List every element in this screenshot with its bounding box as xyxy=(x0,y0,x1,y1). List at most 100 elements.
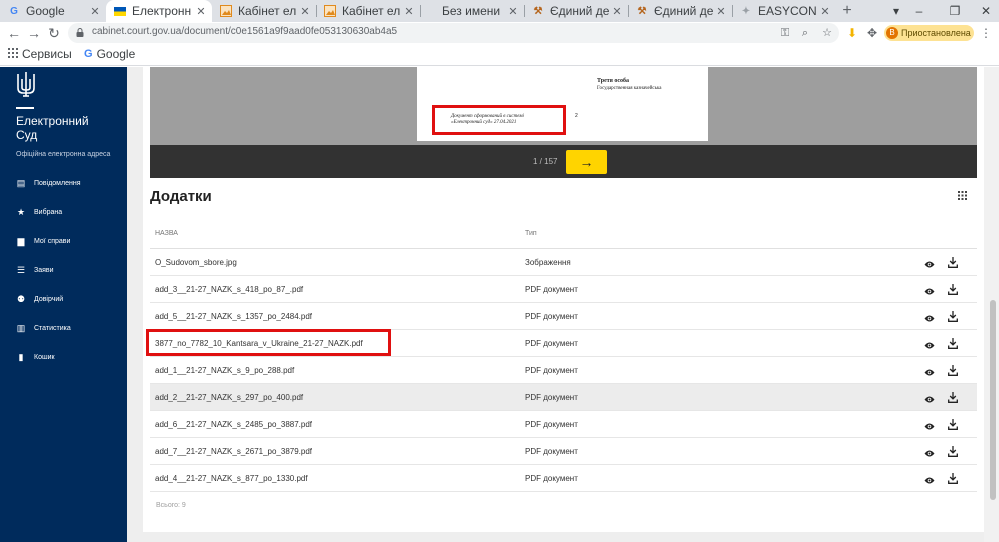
sidebar-item-label: Мої справи xyxy=(34,238,71,245)
attachment-name[interactable]: add_6__21-27_NAZK_s_2485_po_3887.pdf xyxy=(155,420,312,429)
attachment-name[interactable]: add_5__21-27_NAZK_s_1357_po_2484.pdf xyxy=(155,312,312,321)
tab-title: EASYCON xyxy=(758,4,817,18)
column-header-name[interactable]: НАЗВА xyxy=(155,230,178,237)
sidebar-item-applications[interactable]: ☰ Заяви xyxy=(16,265,54,276)
download-icon[interactable] xyxy=(948,284,958,295)
table-row[interactable]: add_5__21-27_NAZK_s_1357_po_2484.pdf PDF … xyxy=(150,303,977,330)
table-row[interactable]: add_1__21-27_NAZK_s_9_po_288.pdf PDF доку… xyxy=(150,357,977,384)
column-header-type[interactable]: Тип xyxy=(525,230,537,237)
profile-paused-button[interactable]: B Приостановлена xyxy=(884,25,974,41)
tab-kabinet-1[interactable]: Кабінет ел ✕ xyxy=(212,0,316,22)
attachment-name[interactable]: add_1__21-27_NAZK_s_9_po_288.pdf xyxy=(155,366,294,375)
avatar: B xyxy=(886,27,898,39)
maximize-button[interactable]: ❐ xyxy=(944,0,966,22)
bookmarks-bar: Сервисы G Google xyxy=(0,44,999,66)
back-button[interactable]: ← xyxy=(4,23,24,43)
tab-yedynyi-2[interactable]: ⚒ Єдиний де ✕ xyxy=(628,0,732,22)
sidebar-item-trash[interactable]: ▮ Кошик xyxy=(16,352,55,363)
minimize-button[interactable]: – xyxy=(908,0,930,22)
sidebar-item-notifications[interactable]: ▤ Повідомлення xyxy=(16,178,81,189)
table-row[interactable]: add_6__21-27_NAZK_s_2485_po_3887.pdf PDF … xyxy=(150,411,977,438)
attachment-type: PDF документ xyxy=(525,474,578,483)
tab-elektronnyi-sud[interactable]: Електронн ✕ xyxy=(106,0,212,22)
view-icon[interactable] xyxy=(924,447,935,457)
close-icon[interactable]: ✕ xyxy=(818,5,832,18)
view-icon[interactable] xyxy=(924,339,935,349)
extensions-icon[interactable]: ✥ xyxy=(864,25,880,41)
close-icon[interactable]: ✕ xyxy=(610,5,624,18)
zoom-icon[interactable]: ⌕ xyxy=(798,26,812,40)
tab-yedynyi-1[interactable]: ⚒ Єдиний де ✕ xyxy=(524,0,628,22)
list-icon: ☰ xyxy=(16,265,26,275)
sidebar-item-my-cases[interactable]: ▆ Мої справи xyxy=(16,236,71,247)
tab-google[interactable]: G Google ✕ xyxy=(0,0,106,22)
sidebar-item-favorites[interactable]: ★ Вибрана xyxy=(16,207,62,218)
download-icon[interactable] xyxy=(948,446,958,457)
view-icon[interactable] xyxy=(924,258,935,268)
table-row[interactable]: O_Sudovom_sbore.jpg Зображення xyxy=(150,249,977,276)
bookmark-google[interactable]: G Google xyxy=(84,47,135,61)
download-extension-icon[interactable]: ⬇ xyxy=(844,25,860,41)
attachments-title: Додатки xyxy=(150,188,212,205)
paused-label: Приостановлена xyxy=(901,28,971,38)
brand-subtitle: Офіційна електронна адреса xyxy=(16,151,111,158)
download-icon[interactable] xyxy=(948,392,958,403)
sidebar: Електронний Суд Офіційна електронна адре… xyxy=(0,67,127,542)
table-row[interactable]: add_4__21-27_NAZK_s_877_po_1330.pdf PDF д… xyxy=(150,465,977,492)
close-icon[interactable]: ✕ xyxy=(402,5,416,18)
doc-party-name: Государственная казначейська xyxy=(597,86,662,91)
forward-button[interactable]: → xyxy=(24,23,44,43)
lock-icon xyxy=(76,28,84,37)
tab-untitled[interactable]: Без имени ✕ xyxy=(420,0,524,22)
download-icon[interactable] xyxy=(948,311,958,322)
image-icon xyxy=(220,5,232,17)
view-icon[interactable] xyxy=(924,285,935,295)
download-icon[interactable] xyxy=(948,338,958,349)
image-icon xyxy=(324,5,336,17)
sidebar-item-trusted[interactable]: ⚉ Довірчий xyxy=(16,294,63,305)
attachment-type: PDF документ xyxy=(525,393,578,402)
attachment-name[interactable]: O_Sudovom_sbore.jpg xyxy=(155,258,237,267)
close-icon[interactable]: ✕ xyxy=(506,5,520,18)
tab-easycon[interactable]: ✦ EASYCON ✕ xyxy=(732,0,836,22)
address-bar[interactable]: cabinet.court.gov.ua/document/c0e1561a9f… xyxy=(68,23,839,43)
bookmark-services[interactable]: Сервисы xyxy=(8,47,72,61)
download-icon[interactable] xyxy=(948,365,958,376)
download-icon[interactable] xyxy=(948,473,958,484)
window-close-button[interactable]: ✕ xyxy=(975,0,997,22)
table-row[interactable]: add_7__21-27_NAZK_s_2671_po_3879.pdf PDF … xyxy=(150,438,977,465)
tab-kabinet-2[interactable]: Кабінет ел ✕ xyxy=(316,0,420,22)
page-counter: 1 / 157 xyxy=(533,157,558,166)
scrollbar-thumb[interactable] xyxy=(990,300,996,500)
next-page-button[interactable]: → xyxy=(566,150,607,174)
download-icon[interactable] xyxy=(948,257,958,268)
key-icon[interactable]: ⚿ xyxy=(778,26,792,40)
sidebar-item-statistics[interactable]: ▥ Статистика xyxy=(16,323,71,334)
attachment-name[interactable]: add_3__21-27_NAZK_s_418_po_87_.pdf xyxy=(155,285,303,294)
menu-dots-icon[interactable]: ⋮ xyxy=(978,25,994,41)
download-icon[interactable] xyxy=(948,419,958,430)
close-icon[interactable]: ✕ xyxy=(714,5,728,18)
tab-search-icon[interactable]: ▾ xyxy=(885,0,907,22)
grid-view-icon[interactable] xyxy=(958,191,967,200)
view-icon[interactable] xyxy=(924,366,935,376)
tab-separator xyxy=(524,5,525,17)
table-row[interactable]: add_3__21-27_NAZK_s_418_po_87_.pdf PDF до… xyxy=(150,276,977,303)
view-icon[interactable] xyxy=(924,393,935,403)
attachment-name[interactable]: add_4__21-27_NAZK_s_877_po_1330.pdf xyxy=(155,474,308,483)
reload-button[interactable]: ↻ xyxy=(44,23,64,43)
bookmark-star-icon[interactable]: ☆ xyxy=(820,26,834,40)
attachment-type: PDF документ xyxy=(525,447,578,456)
close-icon[interactable]: ✕ xyxy=(298,5,312,18)
trash-icon: ▮ xyxy=(18,352,24,362)
close-icon[interactable]: ✕ xyxy=(88,5,102,18)
attachment-name[interactable]: add_2__21-27_NAZK_s_297_po_400.pdf xyxy=(155,393,303,402)
attachment-name[interactable]: add_7__21-27_NAZK_s_2671_po_3879.pdf xyxy=(155,447,312,456)
view-icon[interactable] xyxy=(924,420,935,430)
view-icon[interactable] xyxy=(924,474,935,484)
new-tab-button[interactable]: + xyxy=(838,1,856,21)
table-row[interactable]: add_2__21-27_NAZK_s_297_po_400.pdf PDF до… xyxy=(150,384,977,411)
people-icon: ⚉ xyxy=(16,294,26,304)
view-icon[interactable] xyxy=(924,312,935,322)
close-icon[interactable]: ✕ xyxy=(194,5,208,18)
